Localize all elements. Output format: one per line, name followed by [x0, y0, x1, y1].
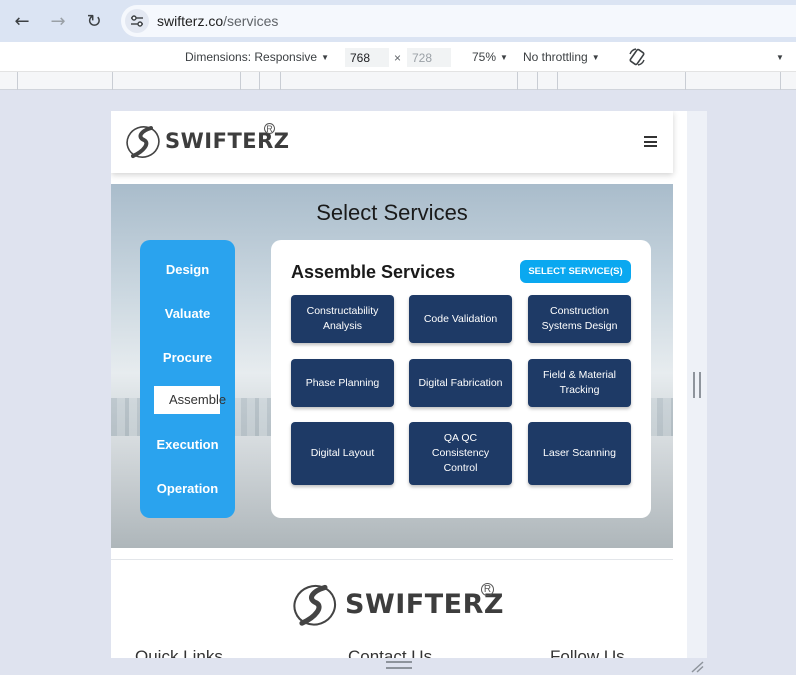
site-header: SWIFTERZ R	[111, 111, 673, 173]
dimensions-label: Dimensions: Responsive	[185, 50, 318, 64]
footer-heading-contact-us: Contact Us	[348, 647, 433, 658]
nav-item-design[interactable]: Design	[140, 262, 235, 277]
service-card[interactable]: QA QC Consistency Control	[409, 422, 512, 485]
forward-arrow-icon: →	[50, 10, 66, 32]
throttling-dropdown[interactable]: No throttling ▼	[523, 50, 600, 64]
footer-logo: SWIFTERZ R	[291, 581, 504, 627]
service-card[interactable]: Construction Systems Design	[528, 295, 631, 343]
url-path: /services	[223, 13, 279, 29]
nav-item-operation[interactable]: Operation	[140, 481, 235, 496]
rotate-device-icon[interactable]	[627, 47, 647, 67]
more-options-button[interactable]: ▼	[772, 50, 784, 64]
footer-divider	[111, 559, 673, 560]
chevron-down-icon: ▼	[776, 53, 784, 62]
footer-logo-text: SWIFTERZ	[345, 588, 504, 620]
footer-heading-quick-links: Quick Links	[135, 647, 223, 658]
dropdown-arrow-icon: ▼	[500, 53, 508, 62]
hamburger-menu-icon[interactable]	[644, 136, 657, 147]
logo[interactable]: SWIFTERZ R	[125, 123, 290, 159]
nav-item-valuate[interactable]: Valuate	[140, 306, 235, 321]
nav-item-execution[interactable]: Execution	[140, 437, 235, 452]
swifterz-logo-icon	[293, 584, 337, 626]
height-input[interactable]: 728	[407, 48, 451, 67]
reload-icon: ↻	[86, 10, 102, 32]
back-arrow-icon: ←	[14, 10, 30, 32]
dropdown-arrow-icon: ▼	[321, 53, 329, 62]
service-card[interactable]: Digital Fabrication	[409, 359, 512, 407]
zoom-dropdown[interactable]: 75% ▼	[472, 50, 508, 64]
swifterz-logo-icon	[126, 126, 160, 158]
back-button[interactable]: ←	[10, 9, 34, 33]
hero-section: Select Services Design Valuate Procure A…	[111, 184, 673, 548]
resize-handle-bottom[interactable]	[386, 661, 412, 669]
throttling-label: No throttling	[523, 50, 588, 64]
zoom-label: 75%	[472, 50, 497, 64]
site-info-button[interactable]	[125, 9, 149, 33]
device-toolbar: Dimensions: Responsive ▼ 768 × 728 75% ▼ N…	[0, 42, 796, 72]
service-card[interactable]: Field & Material Tracking	[528, 359, 631, 407]
url-host: swifterz.co	[157, 13, 224, 29]
resize-handle-right[interactable]	[693, 372, 701, 398]
forward-button[interactable]: →	[46, 9, 70, 33]
service-card[interactable]: Laser Scanning	[528, 422, 631, 485]
browser-toolbar: ← → ↻ swifterz.co/services	[0, 0, 796, 42]
url-text: swifterz.co/services	[157, 13, 278, 29]
service-card[interactable]: Code Validation	[409, 295, 512, 343]
hero-title: Select Services	[316, 200, 468, 225]
nav-item-procure[interactable]: Procure	[140, 350, 235, 365]
service-card[interactable]: Digital Layout	[291, 422, 394, 485]
services-panel: Assemble Services SELECT SERVICE(S) Cons…	[271, 240, 651, 518]
width-input[interactable]: 768	[345, 48, 389, 67]
media-query-ruler	[0, 72, 796, 90]
reload-button[interactable]: ↻	[82, 9, 106, 33]
service-card[interactable]: Phase Planning	[291, 359, 394, 407]
dropdown-arrow-icon: ▼	[591, 53, 600, 62]
times-sign: ×	[394, 51, 402, 65]
footer-heading-follow-us: Follow Us	[550, 647, 625, 658]
corner-resize-grip-icon[interactable]	[690, 661, 704, 673]
emulated-viewport: SWIFTERZ R Select Services Design Valuat…	[111, 111, 687, 658]
dimensions-dropdown[interactable]: Dimensions: Responsive ▼	[185, 50, 329, 64]
registered-mark: R	[481, 583, 494, 596]
panel-title: Assemble Services	[291, 262, 456, 282]
select-services-button[interactable]: SELECT SERVICE(S)	[520, 260, 631, 283]
registered-mark: R	[264, 123, 275, 134]
tune-icon	[131, 15, 143, 27]
address-bar[interactable]: swifterz.co/services	[121, 5, 796, 37]
service-category-nav: Design Valuate Procure Assemble Executio…	[140, 240, 235, 518]
service-card[interactable]: Constructability Analysis	[291, 295, 394, 343]
nav-item-assemble[interactable]: Assemble	[154, 386, 226, 414]
